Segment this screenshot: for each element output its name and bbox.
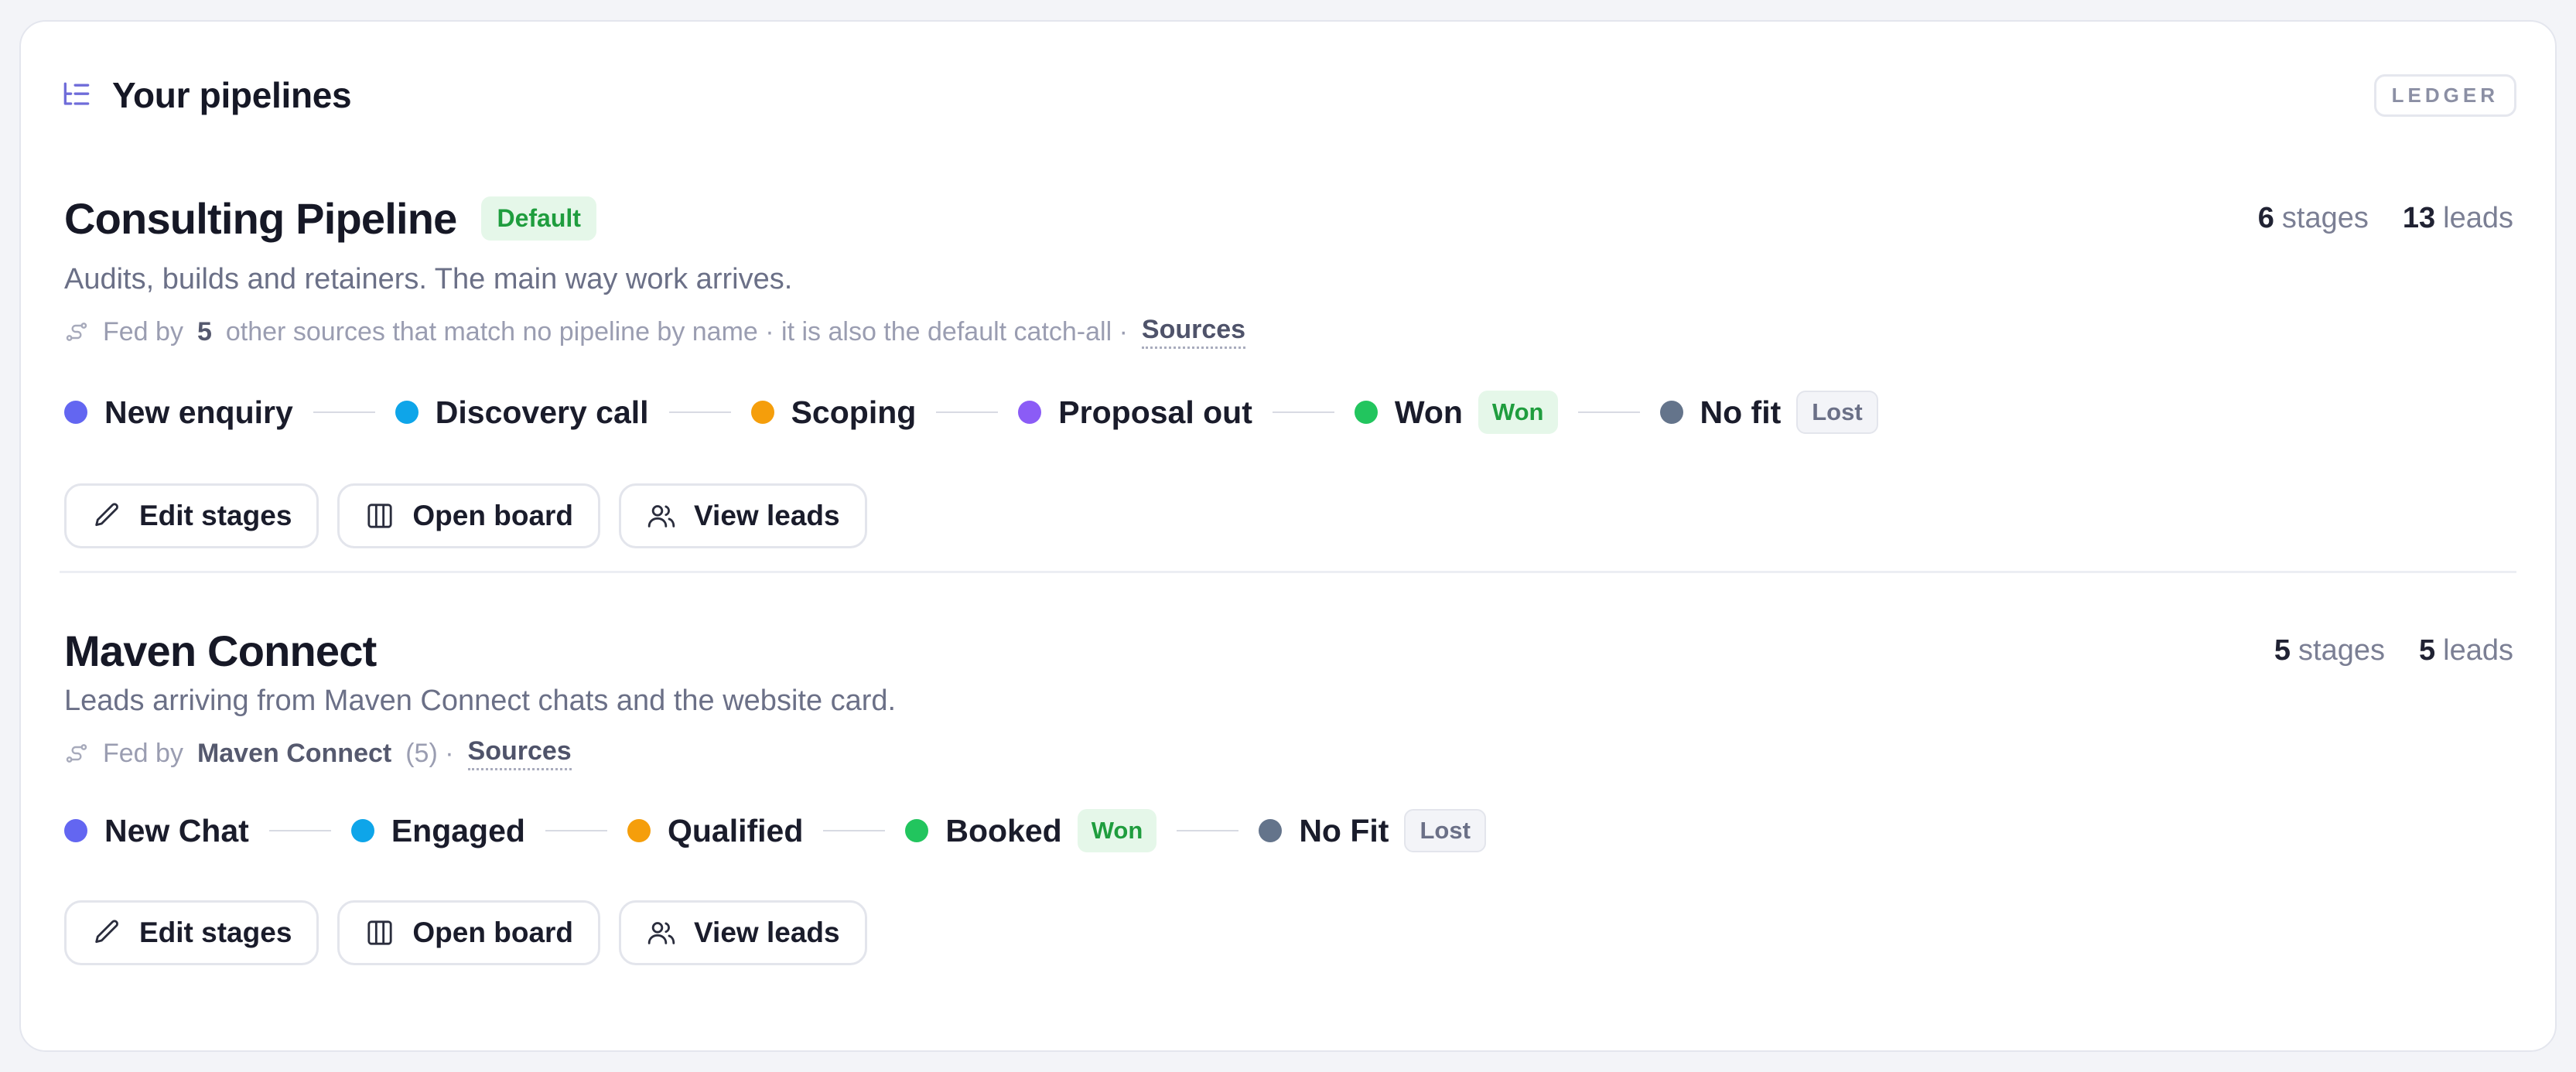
stage-label: No Fit [1299,812,1389,848]
users-icon [646,917,677,948]
pipeline-name[interactable]: Consulting Pipeline [64,193,457,244]
pipeline-name[interactable]: Maven Connect [64,626,377,676]
fed-value: Maven Connect [196,738,392,768]
page-title: Your pipelines [112,75,352,115]
pencil-icon [91,917,122,948]
card-header: Your pipelines LEDGER [60,70,2516,121]
stage-label: Proposal out [1058,394,1252,430]
fed-suffix: other sources that match no pipeline by … [225,316,1128,347]
stage-connector [1177,830,1239,831]
stage-discovery-call: Discovery call [395,394,649,431]
pipelines-card: Your pipelines LEDGER Consulting Pipelin… [19,20,2557,1052]
stage-connector [668,411,731,413]
stage-new-chat: New Chat [64,813,249,849]
stage-label: Scoping [791,394,917,430]
fed-value: 5 [196,316,212,347]
view-leads-label: View leads [694,500,840,531]
stage-connector [268,830,331,831]
route-icon [64,741,89,766]
sources-link[interactable]: Sources [1141,315,1246,349]
stage-proposal-out: Proposal out [1018,394,1252,431]
fed-prefix: Fed by [103,316,183,347]
stage-connector [823,830,886,831]
open-board-button[interactable]: Open board [337,900,601,965]
stage-dot [64,401,87,424]
columns-icon [364,917,395,948]
stage-dot [750,401,774,424]
open-board-label: Open board [412,500,574,531]
pipeline-actions: Edit stages Open board View leads [64,483,2513,548]
edit-stages-button[interactable]: Edit stages [64,483,319,548]
pipeline-consulting: Consulting Pipeline Default 6 stages 13 le… [64,176,2513,548]
pipeline-maven-connect: Maven Connect 5 stages 5 leads Leads arriv… [64,621,2513,965]
default-badge: Default [481,196,596,241]
edit-stages-label: Edit stages [139,500,292,531]
stage-dot [350,819,374,842]
stage-connector [1577,411,1640,413]
stages-count: 6 stages [2257,201,2369,234]
open-board-button[interactable]: Open board [337,483,601,548]
stage-dot [64,819,87,842]
stage-engaged: Engaged [350,812,525,849]
stage-connector [1272,411,1334,413]
stage-label: Qualified [667,812,804,848]
view-leads-button[interactable]: View leads [619,483,867,548]
users-icon [646,500,677,531]
stage-scoping: Scoping [750,394,917,431]
stage-dot [395,401,419,424]
won-badge: Won [1478,391,1558,434]
section-divider [60,571,2516,573]
stage-dot [627,819,651,842]
columns-icon [364,500,395,531]
stage-no-fit: No fit Lost [1659,391,1878,434]
open-board-label: Open board [412,917,574,948]
leads-count: 13 leads [2402,201,2513,234]
stage-dot [1354,401,1378,424]
stage-label: Discovery call [435,394,649,430]
stage-label: New enquiry [104,394,293,430]
stage-label: Won [1394,394,1463,430]
stage-connector [313,411,375,413]
stage-connector [545,830,607,831]
stage-label: Booked [945,812,1062,848]
stage-label: New Chat [104,812,249,848]
stage-track: New enquiry Discovery call Scoping Propo… [64,387,2513,437]
pipeline-counts: 5 stages 5 leads [2274,634,2513,667]
fed-by-row: Fed by 5 other sources that match no pip… [64,315,2513,349]
lost-badge: Lost [1404,809,1486,852]
pipeline-description: Audits, builds and retainers. The main w… [64,263,793,295]
lost-badge: Lost [1796,391,1878,434]
fed-count: (5) · [405,738,454,768]
edit-stages-label: Edit stages [139,917,292,948]
view-leads-button[interactable]: View leads [619,900,867,965]
pipeline-actions: Edit stages Open board View leads [64,900,2513,965]
fed-by-row: Fed by Maven Connect (5) · Sources [64,736,2513,770]
stage-dot [1018,401,1042,424]
stage-label: Engaged [391,812,525,848]
stage-new-enquiry: New enquiry [64,394,293,431]
pipeline-description: Leads arriving from Maven Connect chats … [64,685,897,717]
stage-dot [1659,401,1683,424]
sources-link[interactable]: Sources [467,736,572,770]
route-icon [64,319,89,344]
stage-track: New Chat Engaged Qualified Booked Won No [64,806,2513,855]
stage-label: No fit [1700,394,1782,430]
stage-qualified: Qualified [627,813,803,849]
ledger-badge: LEDGER [2373,73,2516,117]
view-leads-label: View leads [694,917,840,948]
stage-connector [936,411,999,413]
stage-won: Won Won [1354,391,1558,434]
won-badge: Won [1077,809,1157,852]
stages-count: 5 stages [2274,633,2386,667]
pipeline-counts: 6 stages 13 leads [2258,202,2513,235]
stage-dot [1259,819,1283,842]
list-tree-icon [60,78,94,112]
edit-stages-button[interactable]: Edit stages [64,900,319,965]
fed-prefix: Fed by [103,738,183,768]
stage-dot [905,819,929,842]
stage-no-fit: No Fit Lost [1259,809,1486,852]
stage-booked: Booked Won [905,809,1157,852]
pencil-icon [91,500,122,531]
leads-count: 5 leads [2419,633,2513,667]
